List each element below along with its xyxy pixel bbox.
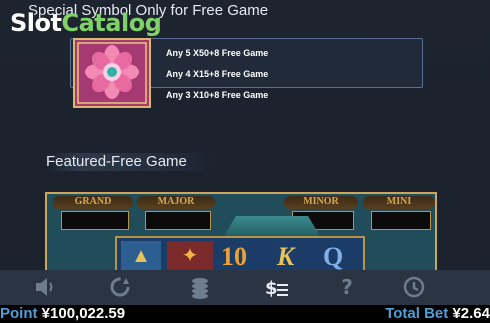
free-game-preview: GRAND MAJOR MINOR MINI ▲ ✦ 10 K Q (45, 192, 437, 272)
jackpot-mini-value (371, 211, 431, 230)
svg-text:$: $ (265, 278, 278, 299)
watermark-logo: SlotCatalog (10, 9, 162, 37)
payline-any-3: Any 3 X10+8 Free Game (166, 90, 269, 100)
jackpot-grand-label: GRAND (53, 196, 133, 209)
jackpot-mini: MINI (363, 196, 435, 230)
total-bet-readout: Total Bet ¥2.64 (385, 305, 490, 323)
help-icon[interactable]: ? (333, 274, 361, 300)
coins-icon[interactable] (186, 274, 214, 300)
paytable-icon[interactable]: $ (263, 274, 291, 300)
autoplay-icon[interactable] (106, 274, 134, 300)
jackpot-grand-value (61, 211, 129, 230)
jackpot-grand: GRAND (53, 196, 133, 230)
rooster-symbol-icon: ▲ (121, 241, 161, 270)
featured-free-game-title: Featured-Free Game (46, 153, 213, 171)
point-value: ¥100,022.59 (41, 305, 126, 322)
lotus-flower-symbol-icon (73, 38, 151, 108)
jackpot-mini-label: MINI (363, 196, 435, 209)
reel-symbol-10: 10 (221, 242, 247, 271)
special-symbol-panel: Any 5 X50+8 Free Game Any 4 X15+8 Free G… (70, 38, 423, 108)
reel-symbol-q: Q (323, 242, 344, 271)
reel-grid: ▲ ✦ 10 K Q (115, 236, 365, 271)
payline-list: Any 5 X50+8 Free Game Any 4 X15+8 Free G… (166, 43, 268, 106)
jackpot-major: MAJOR (137, 196, 215, 230)
status-bar: Point ¥100,022.59 Total Bet ¥2.64 (0, 305, 490, 323)
watermark-part1: Slot (10, 9, 62, 37)
reel-symbol-k: K (277, 242, 295, 271)
lotus-flower-graphic (77, 42, 147, 104)
payline-any-4: Any 4 X15+8 Free Game (166, 69, 269, 79)
bottom-toolbar: $ ? (0, 270, 490, 305)
jackpot-minor-label: MINOR (284, 196, 358, 209)
total-bet-label: Total Bet (385, 305, 449, 322)
payline-any-5: Any 5 X50+8 Free Game (166, 48, 269, 58)
paytable-page: Special Symbol Only for Free Game SlotCa… (0, 0, 490, 323)
jackpot-major-value (145, 211, 211, 230)
speaker-icon[interactable] (30, 274, 58, 300)
total-bet-value: ¥2.64 (452, 305, 490, 322)
jackpot-major-label: MAJOR (137, 196, 215, 209)
point-readout: Point ¥100,022.59 (0, 305, 125, 323)
history-icon[interactable] (400, 274, 428, 300)
watermark-part2: Catalog (61, 9, 162, 37)
phoenix-symbol-icon: ✦ (167, 241, 213, 270)
point-label: Point (0, 305, 38, 322)
